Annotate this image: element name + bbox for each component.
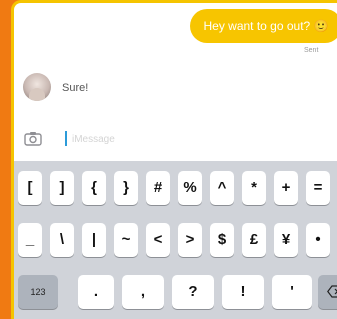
key-backslash[interactable]: \ (50, 223, 74, 257)
camera-icon[interactable] (24, 131, 42, 146)
key-underscore[interactable]: _ (18, 223, 42, 257)
key-right-brace[interactable]: } (114, 171, 138, 205)
key-apostrophe[interactable]: ' (272, 275, 312, 309)
sent-status-label: Sent (304, 47, 319, 54)
key-hash[interactable]: # (146, 171, 170, 205)
message-input[interactable] (72, 131, 272, 147)
key-dollar[interactable]: $ (210, 223, 234, 257)
key-percent[interactable]: % (178, 171, 202, 205)
key-plus[interactable]: + (274, 171, 298, 205)
key-less-than[interactable]: < (146, 223, 170, 257)
chat-screen: Hey want to go out? 🙂 Sent Sure! [ ] { }… (11, 0, 337, 319)
key-left-bracket[interactable]: [ (18, 171, 42, 205)
key-comma[interactable]: , (122, 275, 164, 309)
key-pipe[interactable]: | (82, 223, 106, 257)
key-asterisk[interactable]: * (242, 171, 266, 205)
received-message: Sure! (62, 82, 89, 94)
key-yen[interactable]: ¥ (274, 223, 298, 257)
key-right-bracket[interactable]: ] (50, 171, 74, 205)
backspace-icon (327, 285, 337, 298)
symbol-keyboard: [ ] { } # % ^ * + = _ \ | ~ < > $ £ ¥ • … (14, 161, 337, 319)
text-caret (65, 131, 67, 146)
sent-message-bubble: Hey want to go out? 🙂 (190, 9, 337, 43)
key-question[interactable]: ? (172, 275, 214, 309)
key-123-mode[interactable]: 123 (18, 275, 58, 309)
key-left-brace[interactable]: { (82, 171, 106, 205)
delete-key[interactable] (318, 275, 337, 309)
key-equals[interactable]: = (306, 171, 330, 205)
key-greater-than[interactable]: > (178, 223, 202, 257)
key-caret[interactable]: ^ (210, 171, 234, 205)
key-tilde[interactable]: ~ (114, 223, 138, 257)
key-period[interactable]: . (78, 275, 114, 309)
key-bullet[interactable]: • (306, 223, 330, 257)
key-exclamation[interactable]: ! (222, 275, 264, 309)
contact-avatar[interactable] (23, 73, 51, 101)
key-pound[interactable]: £ (242, 223, 266, 257)
message-compose-bar (14, 123, 337, 155)
